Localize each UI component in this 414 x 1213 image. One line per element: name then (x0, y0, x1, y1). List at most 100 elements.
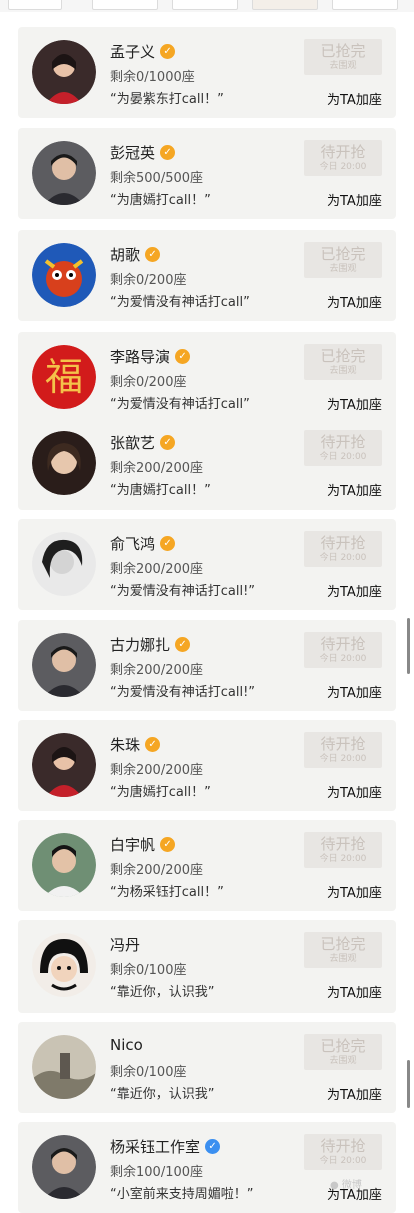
status-button[interactable]: 已抢完 去围观 (304, 39, 382, 75)
celebrity-name[interactable]: 胡歌 ✓ (110, 244, 161, 265)
support-quote: “小室前来支持周媚啦！” (110, 1187, 254, 1202)
celebrity-name[interactable]: 俞飞鸿 ✓ (110, 533, 176, 554)
verified-badge-icon: ✓ (160, 145, 176, 160)
status-button[interactable]: 待开抢 今日 20:00 (304, 832, 382, 868)
celebrity-name[interactable]: Nico (110, 1036, 143, 1054)
status-label: 待开抢 (320, 1137, 366, 1155)
status-sublabel: 去围观 (329, 61, 357, 71)
status-sublabel: 今日 20:00 (319, 162, 367, 172)
add-seat-button[interactable]: 为TA加座 (327, 982, 382, 1001)
celebrity-name[interactable]: 张歆艺 ✓ (110, 432, 176, 453)
status-button[interactable]: 待开抢 今日 20:00 (304, 140, 382, 176)
add-seat-button[interactable]: 为TA加座 (327, 682, 382, 701)
status-button[interactable]: 已抢完 去围观 (304, 932, 382, 968)
support-quote: “靠近你，认识我” (110, 985, 215, 1000)
status-label: 待开抢 (320, 433, 366, 451)
status-button[interactable]: 待开抢 今日 20:00 (304, 632, 382, 668)
support-quote: “为爱情没有神话打call” (110, 295, 250, 310)
support-quote: “为晏紫东打call！” (110, 92, 224, 107)
status-label: 待开抢 (320, 735, 366, 753)
avatar[interactable] (32, 141, 96, 205)
add-seat-button[interactable]: 为TA加座 (327, 782, 382, 801)
status-label: 待开抢 (320, 835, 366, 853)
add-seat-button[interactable]: 为TA加座 (327, 394, 382, 413)
status-label: 已抢完 (320, 935, 366, 953)
support-quote: “为爱情没有神话打call” (110, 397, 250, 412)
add-seat-button[interactable]: 为TA加座 (327, 882, 382, 901)
avatar[interactable] (32, 633, 96, 697)
celebrity-name[interactable]: 朱珠 ✓ (110, 734, 161, 755)
celebrity-name-text: 孟子义 (110, 43, 156, 61)
status-button[interactable]: 待开抢 今日 20:00 (304, 1134, 382, 1170)
status-button[interactable]: 已抢完 去围观 (304, 242, 382, 278)
status-sublabel: 今日 20:00 (319, 754, 367, 764)
celebrity-name-text: 张歆艺 (110, 434, 156, 452)
celebrity-name-text: 彭冠英 (110, 144, 156, 162)
avatar[interactable] (32, 733, 96, 797)
status-sublabel: 今日 20:00 (319, 452, 367, 462)
seats-remaining: 剩余0/100座 (110, 1065, 187, 1080)
add-seat-button[interactable]: 为TA加座 (327, 1084, 382, 1103)
status-label: 待开抢 (320, 534, 366, 552)
celebrity-name[interactable]: 白宇帆 ✓ (110, 834, 176, 855)
celebrity-name[interactable]: 杨采钰工作室 ✓ (110, 1136, 221, 1157)
filter-tab-active[interactable] (252, 0, 318, 10)
avatar[interactable] (32, 431, 96, 495)
avatar[interactable] (32, 933, 96, 997)
filter-tab[interactable] (8, 0, 62, 10)
status-sublabel: 今日 20:00 (319, 654, 367, 664)
celebrity-name-text: 朱珠 (110, 736, 141, 754)
status-sublabel: 今日 20:00 (319, 553, 367, 563)
celebrity-name[interactable]: 李路导演 ✓ (110, 346, 191, 367)
support-quote: “为唐嫣打call！” (110, 193, 211, 208)
svg-text:福: 福 (45, 355, 83, 399)
status-label: 已抢完 (320, 245, 366, 263)
celebrity-name-text: 杨采钰工作室 (110, 1138, 201, 1156)
filter-tab[interactable] (92, 0, 158, 10)
status-sublabel: 今日 20:00 (319, 854, 367, 864)
celebrity-name[interactable]: 古力娜扎 ✓ (110, 634, 191, 655)
avatar[interactable] (32, 833, 96, 897)
seats-remaining: 剩余200/200座 (110, 562, 204, 577)
celebrity-name-text: 冯丹 (110, 936, 141, 954)
scrollbar-thumb-secondary[interactable] (407, 1060, 410, 1108)
verified-badge-icon: ✓ (160, 435, 176, 450)
celebrity-name-text: 古力娜扎 (110, 636, 171, 654)
avatar[interactable] (32, 243, 96, 307)
add-seat-button[interactable]: 为TA加座 (327, 89, 382, 108)
filter-tab[interactable] (172, 0, 238, 10)
status-label: 待开抢 (320, 143, 366, 161)
celebrity-name[interactable]: 彭冠英 ✓ (110, 142, 176, 163)
seats-remaining: 剩余0/200座 (110, 375, 187, 390)
avatar[interactable] (32, 1135, 96, 1199)
filter-tab[interactable] (332, 0, 398, 10)
status-button[interactable]: 待开抢 今日 20:00 (304, 732, 382, 768)
top-filter-bar (0, 0, 414, 12)
celebrity-name[interactable]: 孟子义 ✓ (110, 41, 176, 62)
avatar[interactable]: 福 (32, 345, 96, 409)
status-sublabel: 去围观 (329, 264, 357, 274)
add-seat-button[interactable]: 为TA加座 (327, 480, 382, 499)
status-button[interactable]: 待开抢 今日 20:00 (304, 531, 382, 567)
celebrity-name-text: 胡歌 (110, 246, 141, 264)
avatar[interactable] (32, 40, 96, 104)
support-quote: “为唐嫣打call！” (110, 785, 211, 800)
seats-remaining: 剩余0/100座 (110, 963, 187, 978)
verified-badge-icon: ✓ (205, 1139, 221, 1154)
celebrity-name-text: 白宇帆 (110, 836, 156, 854)
status-button[interactable]: 已抢完 去围观 (304, 1034, 382, 1070)
seats-remaining: 剩余0/1000座 (110, 70, 195, 85)
scrollbar-thumb[interactable] (407, 618, 410, 674)
status-label: 已抢完 (320, 42, 366, 60)
status-sublabel: 今日 20:00 (319, 1156, 367, 1166)
avatar[interactable] (32, 1035, 96, 1099)
celebrity-name[interactable]: 冯丹 (110, 934, 140, 955)
status-button[interactable]: 已抢完 去围观 (304, 344, 382, 380)
verified-badge-icon: ✓ (175, 349, 191, 364)
add-seat-button[interactable]: 为TA加座 (327, 190, 382, 209)
status-button[interactable]: 待开抢 今日 20:00 (304, 430, 382, 466)
avatar[interactable] (32, 532, 96, 596)
verified-badge-icon: ✓ (160, 44, 176, 59)
add-seat-button[interactable]: 为TA加座 (327, 292, 382, 311)
add-seat-button[interactable]: 为TA加座 (327, 581, 382, 600)
